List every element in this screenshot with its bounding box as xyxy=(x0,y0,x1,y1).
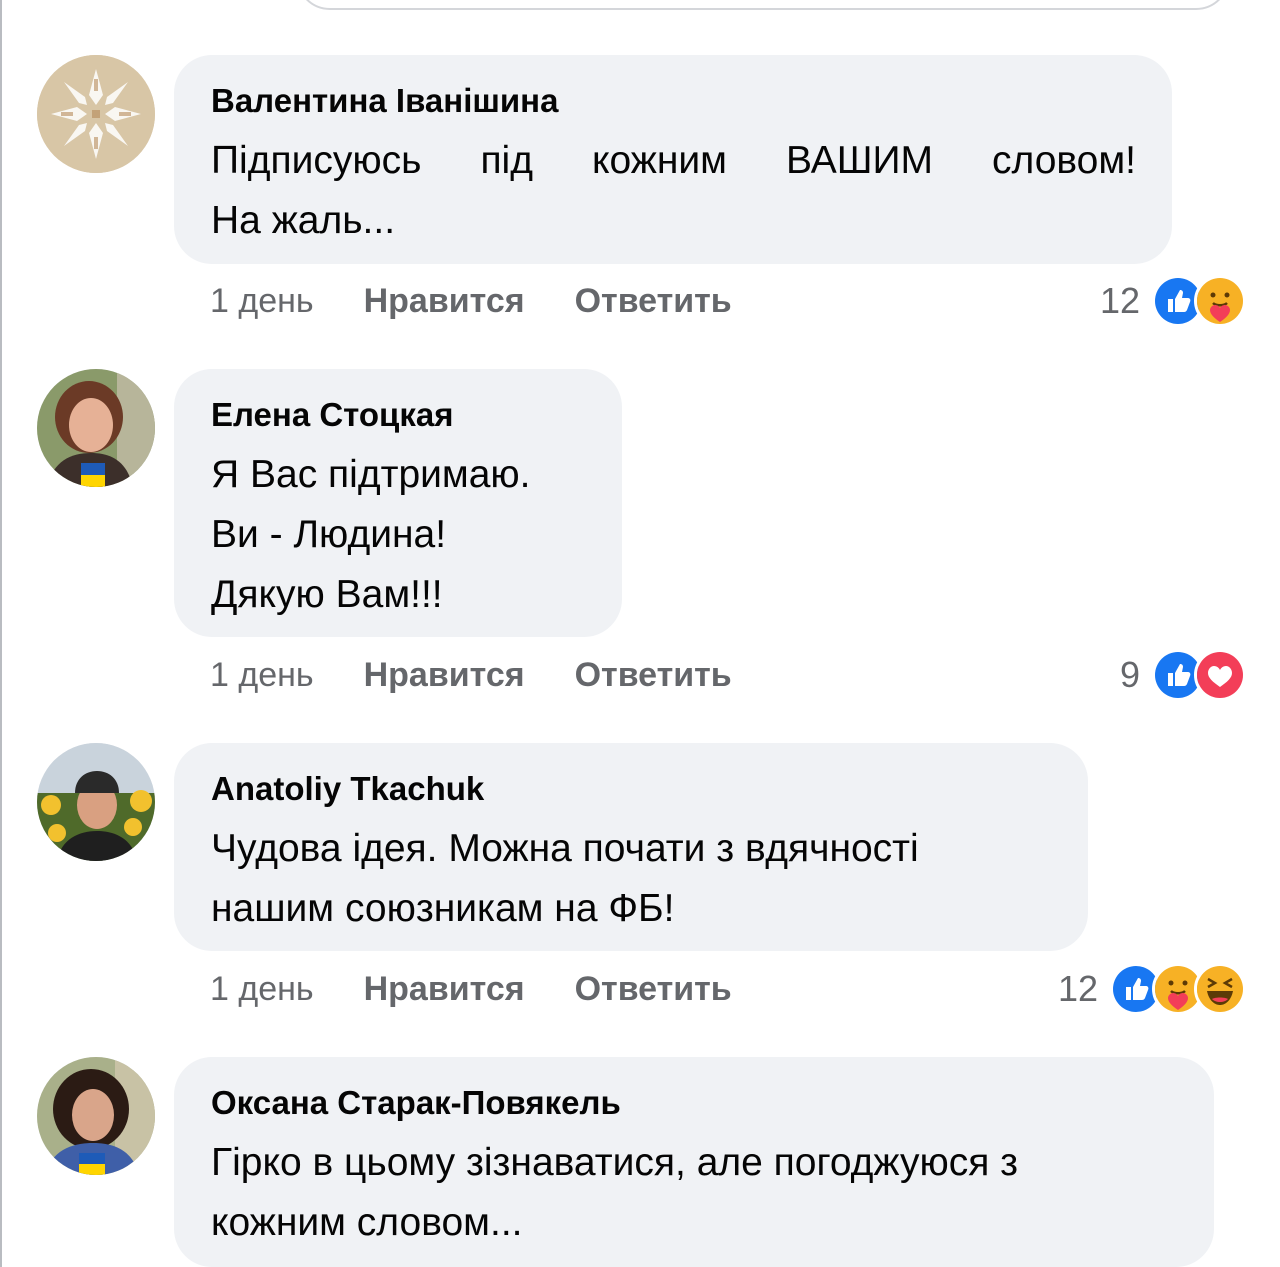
reply-button[interactable]: Ответить xyxy=(575,282,732,320)
comment-text-line: кожним словом... xyxy=(211,1201,523,1244)
comment-bubble: Anatoliy Tkachuk Чудова ідея. Можна поча… xyxy=(174,743,1088,951)
window-left-edge xyxy=(0,0,2,1267)
comment-text-line: Я Вас підтримаю. xyxy=(211,453,531,496)
avatar[interactable] xyxy=(37,1057,155,1175)
reaction-count: 12 xyxy=(1099,280,1140,321)
comment-actions: 1 день Нравится Ответить xyxy=(210,276,732,326)
reply-button[interactable]: Ответить xyxy=(575,970,732,1008)
comment-author[interactable]: Оксана Старак-Повякель xyxy=(211,1083,1178,1123)
like-button[interactable]: Нравится xyxy=(364,282,525,320)
avatar[interactable] xyxy=(37,743,155,861)
comment-author[interactable]: Валентина Іванішина xyxy=(211,81,1136,121)
love-icon xyxy=(1194,649,1246,701)
comment-time[interactable]: 1 день xyxy=(210,282,314,320)
comment-text-line: Чудова ідея. Можна почати з вдячності xyxy=(211,827,919,870)
profile-photo-icon xyxy=(37,743,155,861)
avatar[interactable] xyxy=(37,55,155,173)
comment-text-line: Дякую Вам!!! xyxy=(211,573,443,616)
reaction-summary[interactable]: 9 xyxy=(1119,649,1246,701)
comment-author[interactable]: Anatoliy Tkachuk xyxy=(211,769,1052,809)
comment-author[interactable]: Елена Стоцкая xyxy=(211,395,586,435)
comment-text: Чудова ідея. Можна почати з вдячності на… xyxy=(211,819,1052,939)
reaction-summary[interactable]: 12 xyxy=(1099,275,1246,327)
embroidery-pattern-icon xyxy=(37,55,155,173)
comment-text: Підписуюсь під кожним ВАШИМ словом! На ж… xyxy=(211,131,1136,251)
reaction-count: 9 xyxy=(1119,654,1140,695)
comment-text-line: На жаль... xyxy=(211,199,396,242)
comment-text-line: Ви - Людина! xyxy=(211,513,447,556)
reply-button[interactable]: Ответить xyxy=(575,656,732,694)
reaction-count: 12 xyxy=(1057,968,1098,1009)
comment-text-line: Гірко в цьому зізнаватися, але погоджуюс… xyxy=(211,1141,1019,1184)
profile-photo-icon xyxy=(37,369,155,487)
comment-bubble: Оксана Старак-Повякель Гірко в цьому зіз… xyxy=(174,1057,1214,1267)
reaction-summary[interactable]: 12 xyxy=(1057,963,1246,1015)
avatar[interactable] xyxy=(37,369,155,487)
haha-icon xyxy=(1194,963,1246,1015)
comment-time[interactable]: 1 день xyxy=(210,656,314,694)
care-icon xyxy=(1194,275,1246,327)
comment-bubble: Валентина Іванішина Підписуюсь під кожни… xyxy=(174,55,1172,264)
comment-text: Я Вас підтримаю. Ви - Людина! Дякую Вам!… xyxy=(211,445,586,625)
like-button[interactable]: Нравится xyxy=(364,656,525,694)
comment-bubble: Елена Стоцкая Я Вас підтримаю. Ви - Люди… xyxy=(174,369,622,637)
comment-time[interactable]: 1 день xyxy=(210,970,314,1008)
comment-actions: 1 день Нравится Ответить xyxy=(210,964,732,1014)
comment-actions: 1 день Нравится Ответить xyxy=(210,650,732,700)
like-button[interactable]: Нравится xyxy=(364,970,525,1008)
comment-text: Гірко в цьому зізнаватися, але погоджуюс… xyxy=(211,1133,1178,1253)
comment-text-line: Підписуюсь під кожним ВАШИМ словом! xyxy=(211,139,1136,182)
comment-input-field[interactable] xyxy=(296,0,1230,10)
profile-photo-icon xyxy=(37,1057,155,1175)
comment-text-line: нашим союзникам на ФБ! xyxy=(211,887,675,930)
